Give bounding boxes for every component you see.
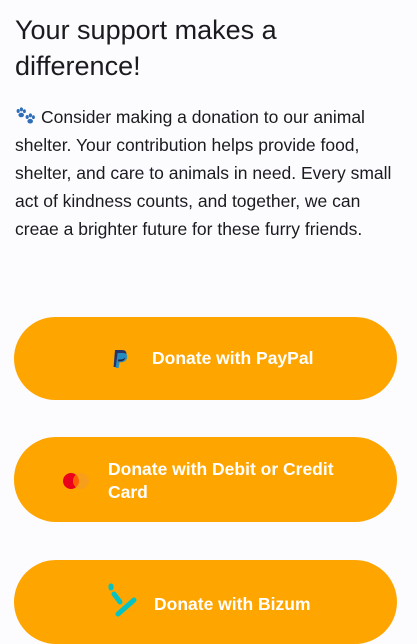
- donation-page: Your support makes a difference! Conside…: [0, 0, 417, 644]
- donate-card-button[interactable]: Donate with Debit or Credit Card: [14, 437, 397, 522]
- donate-bizum-button[interactable]: Donate with Bizum: [14, 560, 397, 644]
- page-title: Your support makes a difference!: [15, 15, 277, 81]
- mastercard-icon: [63, 473, 89, 489]
- donate-paypal-label: Donate with PayPal: [152, 348, 314, 368]
- intro-text: Consider making a donation to our animal…: [15, 107, 392, 239]
- donate-card-label: Donate with Debit or Credit Card: [108, 459, 334, 502]
- intro-paragraph: Consider making a donation to our animal…: [15, 103, 407, 243]
- donate-bizum-label: Donate with Bizum: [154, 594, 311, 614]
- bizum-icon: [108, 583, 137, 617]
- paypal-icon: [113, 350, 128, 368]
- paw-prints-icon: [16, 107, 35, 124]
- donate-paypal-button[interactable]: Donate with PayPal: [14, 317, 397, 400]
